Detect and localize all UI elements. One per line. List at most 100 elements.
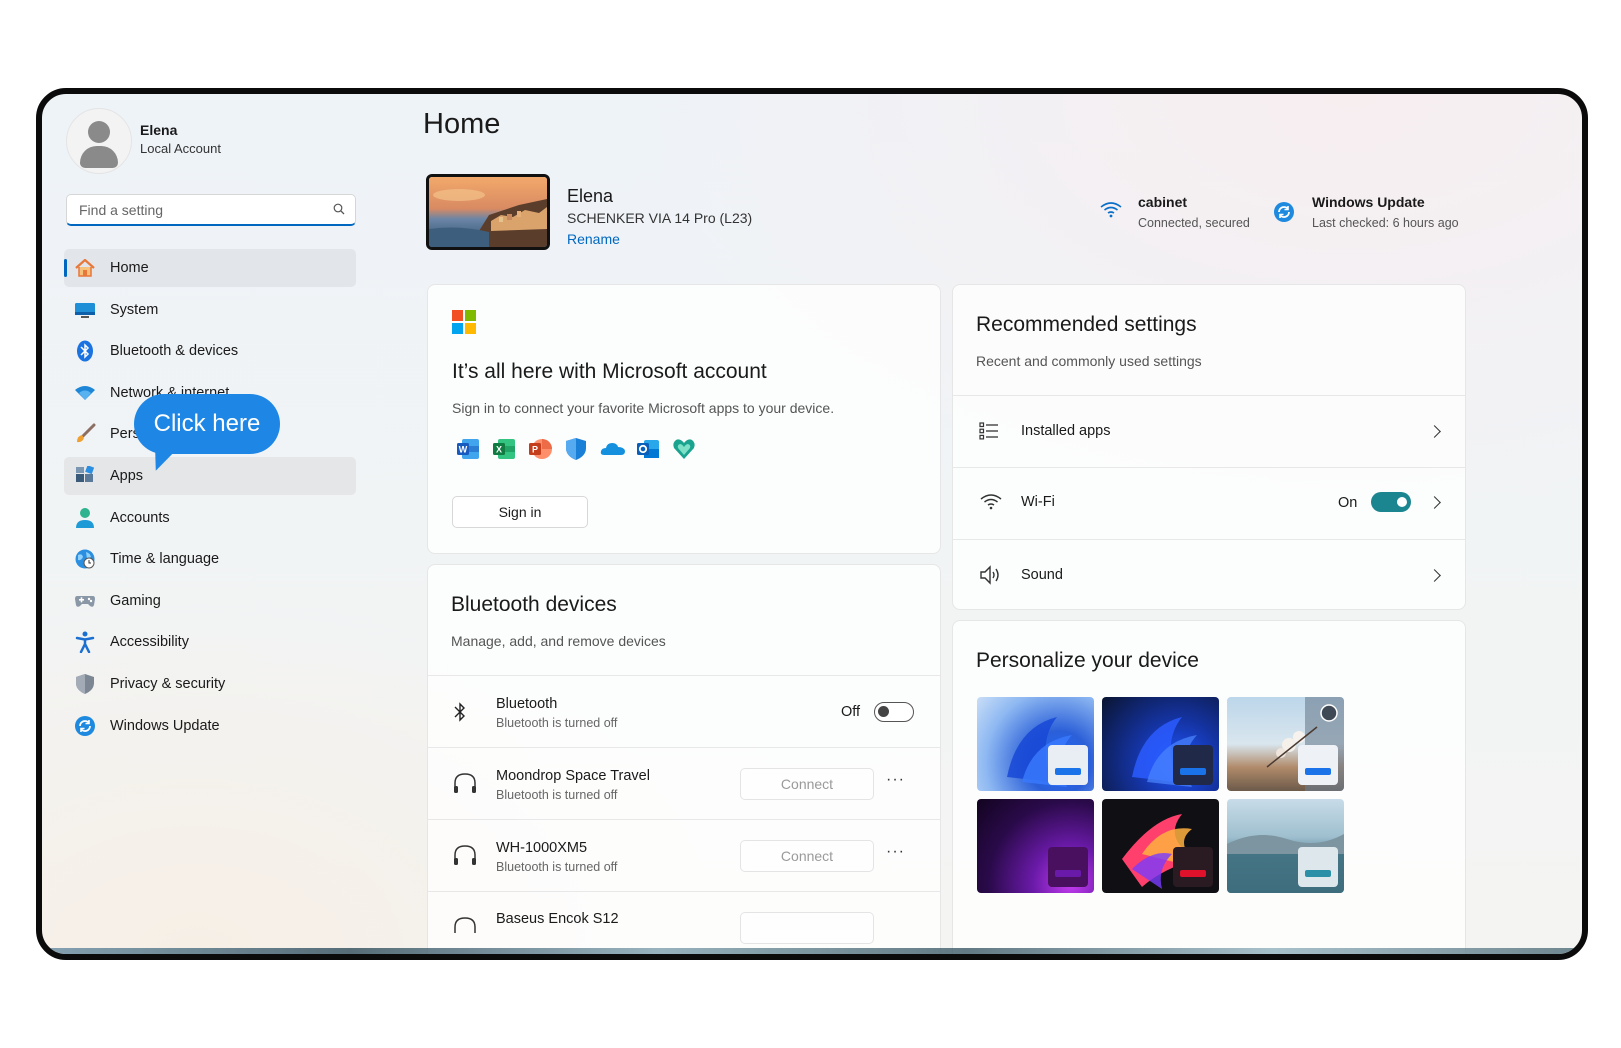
update-icon xyxy=(74,715,96,736)
bluetooth-toggle[interactable] xyxy=(874,702,914,722)
device-status: Bluetooth is turned off xyxy=(496,860,618,874)
theme-thumbnail-dark-bloom[interactable] xyxy=(1102,697,1219,791)
personalize-card: Personalize your device xyxy=(952,620,1466,954)
onedrive-icon xyxy=(600,437,625,461)
family-icon xyxy=(672,437,696,461)
connect-button[interactable]: Connect xyxy=(740,840,874,872)
microsoft-account-card: It’s all here with Microsoft account Sig… xyxy=(427,284,941,554)
svg-text:W: W xyxy=(459,445,468,455)
sidebar-item-accessibility[interactable]: Accessibility xyxy=(64,623,356,661)
accessibility-icon xyxy=(74,631,96,654)
sidebar-item-time-language[interactable]: Time & language xyxy=(64,540,356,578)
sound-row[interactable]: Sound xyxy=(953,540,1465,609)
headphones-icon xyxy=(454,773,476,793)
system-icon xyxy=(74,300,96,320)
sidebar-item-label: Time & language xyxy=(110,551,220,568)
connect-button[interactable]: Connect xyxy=(740,768,874,800)
recommended-settings-card: Recommended settings Recent and commonly… xyxy=(952,284,1466,610)
windows-update-status: Last checked: 6 hours ago xyxy=(1312,216,1459,230)
speaker-icon xyxy=(980,565,999,585)
connect-button[interactable] xyxy=(740,912,874,944)
wifi-icon xyxy=(980,494,1002,510)
brush-icon xyxy=(74,423,96,444)
wifi-icon[interactable] xyxy=(1099,200,1123,218)
powerpoint-icon: P xyxy=(528,437,552,461)
recommended-title: Recommended settings xyxy=(976,313,1197,336)
search-input[interactable] xyxy=(77,195,321,225)
bluetooth-icon xyxy=(74,340,96,362)
rename-link[interactable]: Rename xyxy=(567,231,620,247)
headphones-icon xyxy=(454,917,476,933)
microsoft-logo-icon xyxy=(452,310,476,334)
ms-account-subtitle: Sign in to connect your favorite Microso… xyxy=(452,400,835,416)
device-name: Baseus Encok S12 xyxy=(496,911,619,927)
svg-text:P: P xyxy=(532,445,538,455)
divider xyxy=(428,675,940,676)
sidebar-item-gaming[interactable]: Gaming xyxy=(64,582,356,620)
globe-icon xyxy=(74,549,96,569)
account-type: Local Account xyxy=(140,141,221,156)
bluetooth-subtitle: Manage, add, and remove devices xyxy=(451,633,666,649)
wifi-network-name[interactable]: cabinet xyxy=(1138,194,1187,210)
word-icon: W xyxy=(456,437,480,461)
more-options-button[interactable]: ··· xyxy=(886,843,905,861)
windows-update-title[interactable]: Windows Update xyxy=(1312,194,1425,210)
bluetooth-devices-card: Bluetooth devices Manage, add, and remov… xyxy=(427,564,941,954)
sidebar-item-home[interactable]: Home xyxy=(64,249,356,287)
gamepad-icon xyxy=(74,591,96,611)
sidebar-item-label: System xyxy=(110,301,159,318)
sidebar-item-label: Privacy & security xyxy=(110,675,226,692)
device-name: WH-1000XM5 xyxy=(496,840,588,856)
device-status: Bluetooth is turned off xyxy=(496,788,618,802)
sidebar-item-label: Accounts xyxy=(110,509,170,526)
ms-app-icons: W X P xyxy=(456,437,696,461)
chevron-right-icon xyxy=(1428,569,1441,582)
recommended-subtitle: Recent and commonly used settings xyxy=(976,353,1202,369)
avatar[interactable] xyxy=(66,108,132,174)
shield-icon xyxy=(74,673,96,694)
sidebar-item-label: Home xyxy=(110,260,149,276)
theme-thumbnail-glow[interactable] xyxy=(977,799,1094,893)
sidebar-item-label: Gaming xyxy=(110,592,161,609)
wifi-toggle[interactable] xyxy=(1371,492,1411,512)
sidebar-item-apps[interactable]: Apps xyxy=(64,456,356,495)
windows-update-icon[interactable] xyxy=(1273,201,1295,223)
theme-thumbnail-captured-motion[interactable] xyxy=(1102,799,1219,893)
wifi-icon xyxy=(74,383,96,403)
settings-window: Elena Local Account Home System Bluetoot… xyxy=(36,88,1588,960)
wifi-state-label: On xyxy=(1338,495,1358,511)
search-box[interactable] xyxy=(66,194,356,226)
theme-thumbnail-light-bloom[interactable] xyxy=(977,697,1094,791)
list-icon xyxy=(979,422,998,440)
wifi-row[interactable]: Wi-Fi On xyxy=(953,468,1465,539)
chevron-right-icon xyxy=(1428,425,1441,438)
user-name: Elena xyxy=(140,122,178,138)
more-options-button[interactable]: ··· xyxy=(886,771,905,789)
sidebar-item-accounts[interactable]: Accounts xyxy=(64,499,356,537)
theme-thumbnail-flow[interactable] xyxy=(1227,799,1344,893)
installed-apps-row[interactable]: Installed apps xyxy=(953,396,1465,467)
headphones-icon xyxy=(454,845,476,865)
sign-in-button[interactable]: Sign in xyxy=(452,496,588,528)
sidebar-item-label: Bluetooth & devices xyxy=(110,343,239,360)
ms-account-title: It’s all here with Microsoft account xyxy=(452,360,767,383)
sidebar-item-windows-update[interactable]: Windows Update xyxy=(64,707,356,745)
sound-label: Sound xyxy=(1021,567,1063,583)
sidebar-item-label: Windows Update xyxy=(110,717,220,734)
defender-icon xyxy=(564,437,588,461)
sidebar-item-privacy[interactable]: Privacy & security xyxy=(64,665,356,703)
device-wallpaper-thumbnail[interactable] xyxy=(426,174,550,250)
installed-apps-label: Installed apps xyxy=(1021,423,1111,439)
sidebar-item-label: Accessibility xyxy=(110,634,189,651)
search-icon[interactable] xyxy=(333,203,345,215)
apps-icon xyxy=(74,465,96,486)
outlook-icon xyxy=(636,437,660,461)
theme-thumbnail-spotlight[interactable] xyxy=(1227,697,1344,791)
divider xyxy=(428,819,940,820)
svg-text:X: X xyxy=(496,445,502,455)
click-here-callout: Click here xyxy=(134,394,280,454)
sidebar-item-system[interactable]: System xyxy=(64,291,356,329)
wallpaper-edge xyxy=(42,948,1582,954)
bluetooth-state-label: Off xyxy=(841,704,861,720)
sidebar-item-bluetooth[interactable]: Bluetooth & devices xyxy=(64,332,356,370)
